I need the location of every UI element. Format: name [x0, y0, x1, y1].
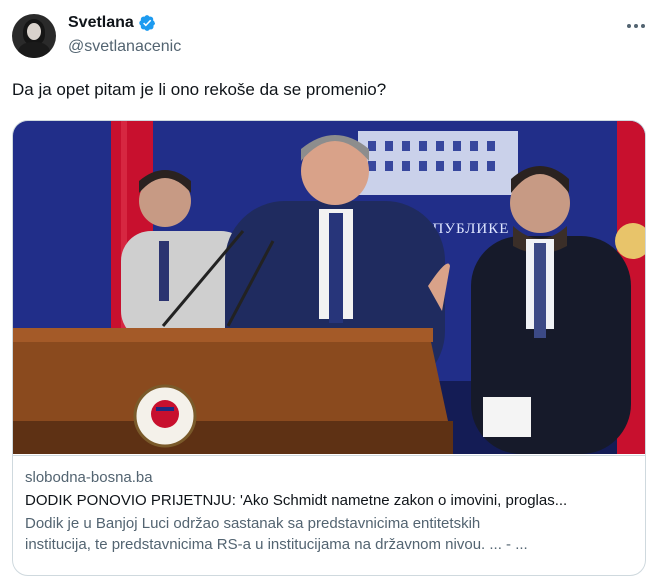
- tweet-text: Da ja opet pitam je li ono rekoše da se …: [12, 80, 387, 99]
- link-card[interactable]: РЕПУБЛИКЕ slobodna-bosna.ba DODIK PONOVI…: [12, 120, 646, 576]
- more-dot-icon: [634, 24, 638, 28]
- more-dot-icon: [627, 24, 631, 28]
- author-name-row: Svetlana: [68, 14, 156, 32]
- card-description-line: Dodik je u Banjoj Luci održao sastanak s…: [25, 515, 481, 532]
- card-image[interactable]: РЕПУБЛИКЕ: [13, 121, 646, 454]
- card-domain: slobodna-bosna.ba: [25, 469, 153, 486]
- display-name[interactable]: Svetlana: [68, 14, 134, 32]
- tweet: Svetlana @svetlanacenic Da ja opet pitam…: [0, 0, 657, 585]
- more-dot-icon: [641, 24, 645, 28]
- card-title: DODIK PONOVIO PRIJETNJU: 'Ako Schmidt na…: [25, 492, 568, 509]
- card-meta[interactable]: slobodna-bosna.ba DODIK PONOVIO PRIJETNJ…: [13, 455, 645, 575]
- author-handle[interactable]: @svetlanacenic: [68, 38, 181, 56]
- more-options-button[interactable]: [624, 18, 648, 34]
- verified-badge-icon: [139, 15, 155, 31]
- card-description-line: institucija, te predstavnicima RS-a u in…: [25, 536, 528, 553]
- card-description: Dodik je u Banjoj Luci održao sastanak s…: [25, 513, 635, 555]
- avatar[interactable]: [12, 14, 56, 58]
